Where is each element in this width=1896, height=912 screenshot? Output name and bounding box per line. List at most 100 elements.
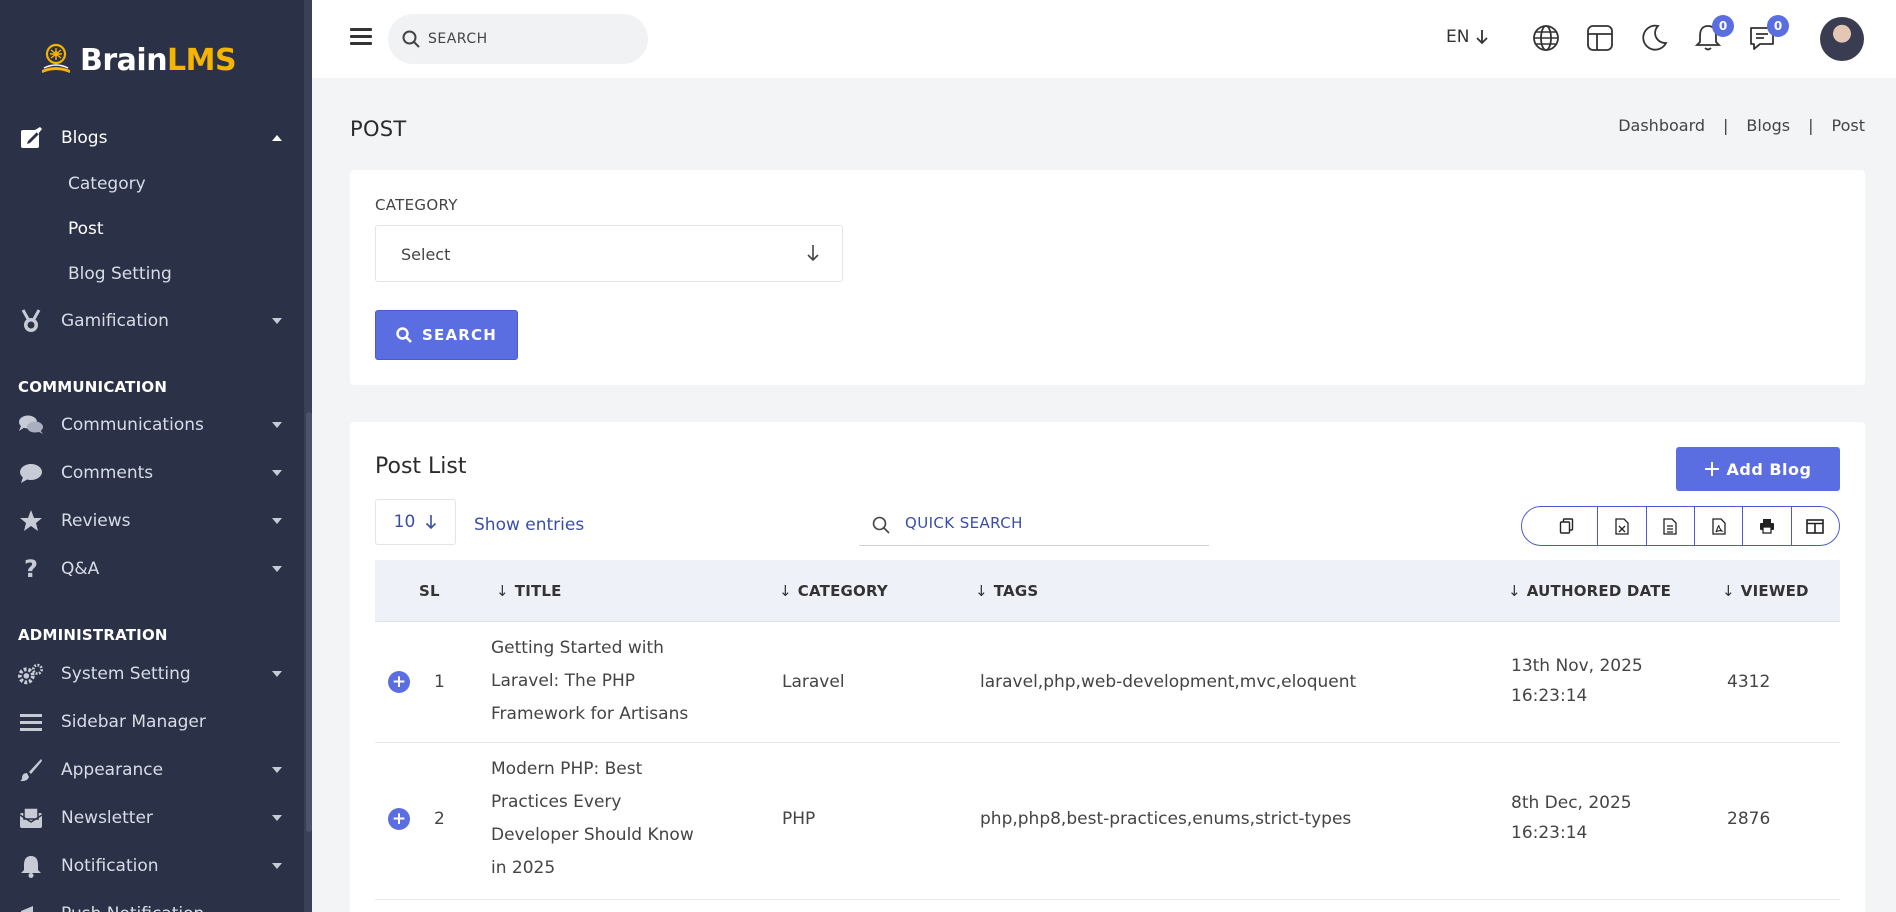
row-sl: 1 [434, 672, 445, 692]
column-header-viewed[interactable]: ↓ VIEWED [1722, 582, 1809, 600]
sidebar-item-qa[interactable]: ? Q&A [0, 545, 304, 593]
notifications-badge: 0 [1712, 15, 1734, 37]
row-category: Laravel [782, 672, 845, 692]
caret-down-icon [272, 422, 282, 428]
pdf-file-icon [1712, 517, 1726, 535]
sidebar-item-label: Sidebar Manager [61, 712, 206, 732]
sidebar-item-label: Reviews [61, 511, 131, 531]
pdf-export-button[interactable] [1695, 507, 1744, 545]
brush-icon [18, 757, 44, 783]
entries-per-page-select[interactable]: 10 [375, 499, 456, 545]
table-header: SL ↓ TITLE ↓ CATEGORY ↓ TAGS ↓ AUTHORED DATE… [375, 560, 1840, 622]
breadcrumb-dashboard[interactable]: Dashboard [1618, 116, 1705, 135]
sidebar-item-reviews[interactable]: Reviews [0, 497, 304, 545]
sidebar-item-label: Push Notification [61, 904, 204, 912]
language-selector[interactable]: EN [1446, 27, 1489, 47]
search-button[interactable]: SEARCH [375, 310, 518, 360]
table-row[interactable]: + 2 Modern PHP: Best Practices Every Dev… [375, 744, 1840, 900]
brand-logo[interactable]: BrainLMS [36, 36, 237, 84]
excel-file-icon [1615, 517, 1629, 535]
sidebar-item-notification[interactable]: Notification [0, 842, 304, 890]
messages-badge: 0 [1767, 15, 1789, 37]
caret-down-icon [272, 767, 282, 773]
category-select[interactable]: Select [375, 225, 843, 282]
row-viewed: 2876 [1727, 809, 1771, 829]
breadcrumb-post: Post [1831, 116, 1865, 135]
sidebar-item-sidebar-manager[interactable]: Sidebar Manager [0, 698, 304, 746]
search-button-label: SEARCH [422, 326, 497, 344]
global-search-input[interactable]: SEARCH [388, 14, 648, 64]
sort-icon: ↓ [975, 582, 988, 600]
sidebar-item-system-setting[interactable]: System Setting [0, 650, 304, 698]
breadcrumb-blogs[interactable]: Blogs [1746, 116, 1790, 135]
breadcrumb-separator: | [1808, 116, 1814, 135]
caret-down-icon [272, 863, 282, 869]
sidebar-item-label: Notification [61, 856, 159, 876]
expand-row-icon[interactable]: + [388, 808, 410, 830]
sidebar-item-gamification[interactable]: Gamification [0, 297, 304, 345]
sidebar-item-communications[interactable]: Communications [0, 401, 304, 449]
entries-value: 10 [393, 512, 416, 532]
sidebar-item-label: System Setting [61, 664, 191, 684]
column-header-tags[interactable]: ↓ TAGS [975, 582, 1038, 600]
caret-up-icon [272, 135, 282, 141]
sidebar-item-label: Blogs [61, 128, 108, 148]
expand-row-icon[interactable]: + [388, 671, 410, 693]
sidebar-item-label: Comments [61, 463, 154, 483]
sidebar-subitem-blog-setting[interactable]: Blog Setting [68, 264, 172, 284]
sidebar-item-appearance[interactable]: Appearance [0, 746, 304, 794]
print-button[interactable] [1743, 507, 1792, 545]
gears-icon [18, 661, 44, 687]
arrow-down-icon [807, 245, 819, 262]
menu-toggle-icon[interactable] [350, 28, 372, 46]
column-visibility-button[interactable] [1792, 507, 1839, 545]
sort-icon: ↓ [1722, 582, 1735, 600]
sidebar-subitem-category[interactable]: Category [68, 174, 146, 194]
post-list-card: Post List Add Blog 10 Show entries QUICK… [350, 422, 1865, 912]
sidebar-scrollbar[interactable] [306, 412, 312, 832]
column-header-category[interactable]: ↓ CATEGORY [779, 582, 888, 600]
category-label: CATEGORY [375, 196, 458, 214]
quick-search-placeholder: QUICK SEARCH [905, 514, 1023, 532]
section-title-administration: ADMINISTRATION [18, 626, 168, 644]
excel-export-button[interactable] [1598, 507, 1647, 545]
column-header-sl: SL [419, 582, 440, 600]
caret-down-icon [272, 815, 282, 821]
row-title[interactable]: Getting Started with Laravel: The PHP Fr… [491, 632, 688, 731]
globe-icon[interactable] [1530, 22, 1562, 54]
column-header-authored-date[interactable]: ↓ AUTHORED DATE [1508, 582, 1671, 600]
table-row[interactable]: + 1 Getting Started with Laravel: The PH… [375, 622, 1840, 743]
column-header-title[interactable]: ↓ TITLE [496, 582, 562, 600]
row-tags: php,php8,best-practices,enums,strict-typ… [980, 809, 1352, 829]
row-tags: laravel,php,web-development,mvc,eloquent [980, 672, 1357, 692]
caret-down-icon [272, 470, 282, 476]
sort-icon: ↓ [496, 582, 509, 600]
caret-down-icon [272, 318, 282, 324]
row-category: PHP [782, 809, 816, 829]
megaphone-icon [18, 901, 44, 912]
add-blog-button[interactable]: Add Blog [1676, 447, 1840, 491]
row-title[interactable]: Modern PHP: Best Practices Every Develop… [491, 753, 694, 885]
copy-button[interactable] [1522, 507, 1599, 545]
columns-icon [1806, 518, 1825, 534]
breadcrumb: Dashboard | Blogs | Post [1618, 116, 1865, 135]
medal-icon [18, 308, 44, 334]
caret-down-icon [272, 671, 282, 677]
csv-export-button[interactable] [1647, 507, 1696, 545]
user-avatar[interactable] [1820, 17, 1864, 61]
quick-search-input[interactable]: QUICK SEARCH [859, 502, 1209, 546]
caret-down-icon [272, 566, 282, 572]
sort-icon: ↓ [779, 582, 792, 600]
sidebar-item-newsletter[interactable]: Newsletter [0, 794, 304, 842]
row-authored-date: 13th Nov, 2025 16:23:14 [1511, 656, 1643, 706]
layout-icon[interactable] [1584, 22, 1616, 54]
moon-icon[interactable] [1638, 22, 1670, 54]
sort-icon: ↓ [1508, 582, 1521, 600]
search-icon [396, 327, 412, 343]
sidebar: BrainLMS Blogs Category Post Blog Settin… [0, 0, 312, 912]
sidebar-subitem-post[interactable]: Post [68, 219, 104, 239]
sidebar-item-push-notification[interactable]: Push Notification [0, 890, 304, 912]
sidebar-item-comments[interactable]: Comments [0, 449, 304, 497]
topbar: SEARCH EN 0 0 [312, 0, 1896, 78]
sidebar-item-blogs[interactable]: Blogs [0, 114, 304, 162]
